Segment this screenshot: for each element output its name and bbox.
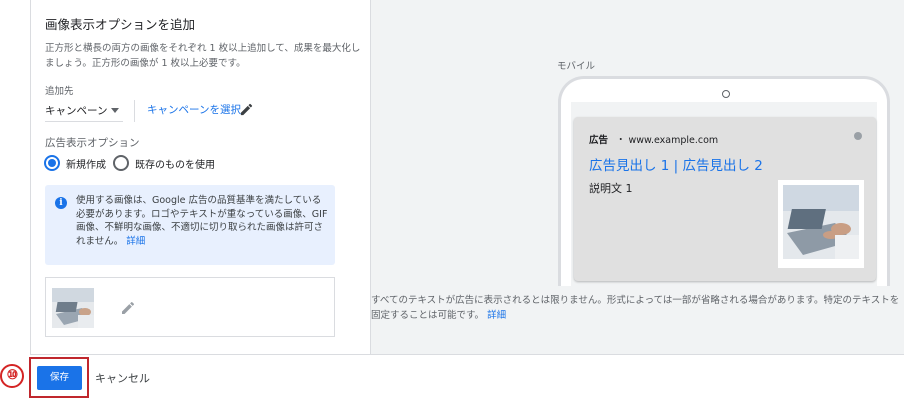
mobile-preview-label: モバイル bbox=[557, 61, 596, 72]
phone-frame: 広告 ・ www.example.com 広告見出し 1 | 広告見出し 2 説… bbox=[558, 76, 890, 286]
divider bbox=[134, 100, 135, 122]
info-text: 使用する画像は、Google 広告の品質基準を満たしている必要があります。ロゴや… bbox=[76, 194, 330, 248]
save-button[interactable]: 保存 bbox=[37, 366, 82, 390]
form-title: 画像表示オプションを追加 bbox=[45, 17, 196, 32]
ad-preview-panel: モバイル 広告 ・ www.example.com 広告見出し 1 | 広告見出… bbox=[371, 0, 904, 354]
cancel-button[interactable]: キャンセル bbox=[95, 370, 150, 386]
destination-label: 追加先 bbox=[45, 86, 74, 97]
selected-image-box bbox=[45, 277, 335, 337]
pencil-icon[interactable] bbox=[239, 102, 254, 117]
radio-use-existing-label[interactable]: 既存のものを使用 bbox=[135, 156, 215, 171]
pencil-icon[interactable] bbox=[120, 300, 136, 316]
campaign-dropdown-value: キャンペーン bbox=[45, 105, 108, 117]
ad-option-label: 広告表示オプション bbox=[45, 137, 140, 149]
info-banner: i 使用する画像は、Google 広告の品質基準を満たしている必要があります。ロ… bbox=[45, 185, 335, 265]
caret-down-icon bbox=[111, 108, 120, 113]
disclaimer-details-link[interactable]: 詳細 bbox=[487, 310, 506, 321]
select-campaign-link[interactable]: キャンペーンを選択 bbox=[147, 102, 241, 117]
phone-screen: 広告 ・ www.example.com 広告見出し 1 | 広告見出し 2 説… bbox=[571, 102, 877, 286]
info-message: 使用する画像は、Google 広告の品質基準を満たしている必要があります。ロゴや… bbox=[76, 195, 328, 247]
image-extension-page: 画像表示オプションを追加 正方形と横長の両方の画像をそれぞれ 1 枚以上追加して… bbox=[0, 0, 904, 403]
campaign-level-dropdown[interactable]: キャンペーン bbox=[45, 100, 123, 122]
radio-create-new[interactable] bbox=[44, 155, 60, 171]
ad-image bbox=[783, 185, 859, 259]
image-extension-form: 画像表示オプションを追加 正方形と横長の両方の画像をそれぞれ 1 枚以上追加して… bbox=[30, 0, 371, 354]
ad-headline: 広告見出し 1 | 広告見出し 2 bbox=[589, 158, 763, 174]
ad-info-dot-icon bbox=[854, 132, 862, 140]
step-number-badge: ⑩ bbox=[0, 364, 24, 388]
disclaimer-text: すべてのテキストが広告に表示されるとは限りません。形式によっては一部が省略される… bbox=[371, 295, 900, 321]
ad-badge: 広告 bbox=[589, 135, 609, 146]
radio-create-new-label[interactable]: 新規作成 bbox=[66, 156, 106, 171]
ad-description: 説明文 1 bbox=[589, 182, 633, 195]
info-icon: i bbox=[55, 197, 67, 209]
info-details-link[interactable]: 詳細 bbox=[126, 236, 145, 247]
preview-disclaimer: すべてのテキストが広告に表示されるとは限りません。形式によっては一部が省略される… bbox=[371, 293, 904, 323]
footer-divider bbox=[30, 354, 904, 355]
radio-use-existing[interactable] bbox=[113, 155, 129, 171]
selected-image-thumbnail[interactable] bbox=[52, 288, 94, 328]
phone-camera-icon bbox=[722, 90, 730, 98]
form-description: 正方形と横長の両方の画像をそれぞれ 1 枚以上追加して、成果を最大化しましょう。… bbox=[45, 43, 361, 69]
ad-preview-card: 広告 ・ www.example.com 広告見出し 1 | 広告見出し 2 説… bbox=[574, 117, 876, 281]
ad-image-frame bbox=[778, 180, 864, 268]
ad-display-url: ・ www.example.com bbox=[616, 135, 719, 146]
